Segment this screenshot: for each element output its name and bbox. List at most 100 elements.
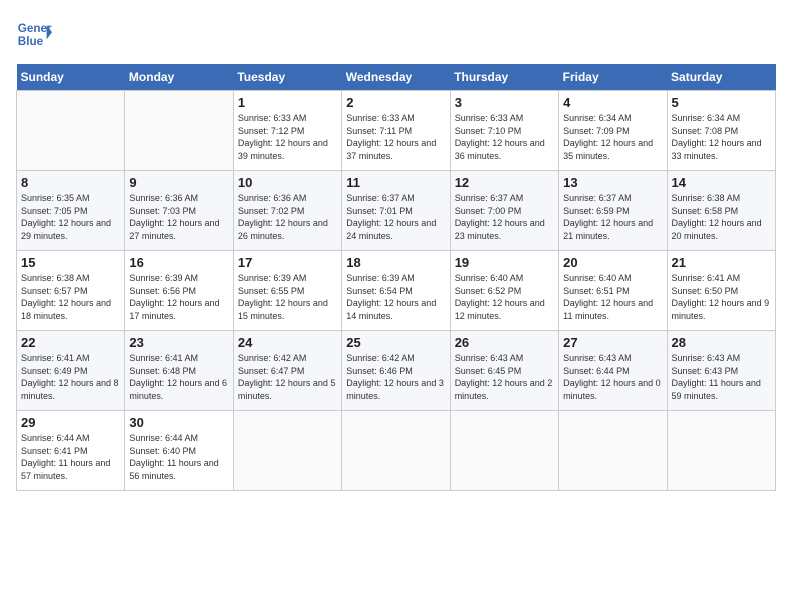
calendar-table: SundayMondayTuesdayWednesdayThursdayFrid… xyxy=(16,64,776,491)
day-info: Sunrise: 6:36 AMSunset: 7:03 PMDaylight:… xyxy=(129,193,219,241)
calendar-cell: 21 Sunrise: 6:41 AMSunset: 6:50 PMDaylig… xyxy=(667,251,775,331)
calendar-cell xyxy=(17,91,125,171)
day-number: 2 xyxy=(346,95,445,110)
calendar-cell xyxy=(559,411,667,491)
day-number: 25 xyxy=(346,335,445,350)
day-number: 8 xyxy=(21,175,120,190)
day-number: 21 xyxy=(672,255,771,270)
day-number: 30 xyxy=(129,415,228,430)
calendar-cell: 18 Sunrise: 6:39 AMSunset: 6:54 PMDaylig… xyxy=(342,251,450,331)
day-number: 24 xyxy=(238,335,337,350)
weekday-header: Friday xyxy=(559,64,667,91)
calendar-cell: 2 Sunrise: 6:33 AMSunset: 7:11 PMDayligh… xyxy=(342,91,450,171)
day-info: Sunrise: 6:35 AMSunset: 7:05 PMDaylight:… xyxy=(21,193,111,241)
day-info: Sunrise: 6:33 AMSunset: 7:12 PMDaylight:… xyxy=(238,113,328,161)
day-info: Sunrise: 6:38 AMSunset: 6:57 PMDaylight:… xyxy=(21,273,111,321)
day-number: 26 xyxy=(455,335,554,350)
day-number: 28 xyxy=(672,335,771,350)
day-info: Sunrise: 6:37 AMSunset: 6:59 PMDaylight:… xyxy=(563,193,653,241)
day-info: Sunrise: 6:34 AMSunset: 7:09 PMDaylight:… xyxy=(563,113,653,161)
calendar-cell: 8 Sunrise: 6:35 AMSunset: 7:05 PMDayligh… xyxy=(17,171,125,251)
day-info: Sunrise: 6:37 AMSunset: 7:00 PMDaylight:… xyxy=(455,193,545,241)
weekday-header: Monday xyxy=(125,64,233,91)
page-header: General Blue xyxy=(16,16,776,52)
calendar-cell: 4 Sunrise: 6:34 AMSunset: 7:09 PMDayligh… xyxy=(559,91,667,171)
day-info: Sunrise: 6:42 AMSunset: 6:47 PMDaylight:… xyxy=(238,353,336,401)
day-info: Sunrise: 6:41 AMSunset: 6:50 PMDaylight:… xyxy=(672,273,770,321)
day-info: Sunrise: 6:42 AMSunset: 6:46 PMDaylight:… xyxy=(346,353,444,401)
weekday-header: Wednesday xyxy=(342,64,450,91)
day-info: Sunrise: 6:39 AMSunset: 6:55 PMDaylight:… xyxy=(238,273,328,321)
day-number: 13 xyxy=(563,175,662,190)
day-info: Sunrise: 6:33 AMSunset: 7:11 PMDaylight:… xyxy=(346,113,436,161)
day-info: Sunrise: 6:41 AMSunset: 6:49 PMDaylight:… xyxy=(21,353,119,401)
day-number: 10 xyxy=(238,175,337,190)
day-number: 14 xyxy=(672,175,771,190)
day-info: Sunrise: 6:34 AMSunset: 7:08 PMDaylight:… xyxy=(672,113,762,161)
day-number: 9 xyxy=(129,175,228,190)
weekday-header: Tuesday xyxy=(233,64,341,91)
calendar-cell: 14 Sunrise: 6:38 AMSunset: 6:58 PMDaylig… xyxy=(667,171,775,251)
calendar-cell xyxy=(342,411,450,491)
calendar-cell: 9 Sunrise: 6:36 AMSunset: 7:03 PMDayligh… xyxy=(125,171,233,251)
day-info: Sunrise: 6:43 AMSunset: 6:45 PMDaylight:… xyxy=(455,353,553,401)
calendar-cell: 13 Sunrise: 6:37 AMSunset: 6:59 PMDaylig… xyxy=(559,171,667,251)
day-info: Sunrise: 6:39 AMSunset: 6:56 PMDaylight:… xyxy=(129,273,219,321)
calendar-cell: 20 Sunrise: 6:40 AMSunset: 6:51 PMDaylig… xyxy=(559,251,667,331)
logo: General Blue xyxy=(16,16,52,52)
day-number: 5 xyxy=(672,95,771,110)
weekday-header: Saturday xyxy=(667,64,775,91)
calendar-cell: 29 Sunrise: 6:44 AMSunset: 6:41 PMDaylig… xyxy=(17,411,125,491)
calendar-cell: 22 Sunrise: 6:41 AMSunset: 6:49 PMDaylig… xyxy=(17,331,125,411)
calendar-cell: 26 Sunrise: 6:43 AMSunset: 6:45 PMDaylig… xyxy=(450,331,558,411)
day-info: Sunrise: 6:43 AMSunset: 6:44 PMDaylight:… xyxy=(563,353,661,401)
calendar-cell xyxy=(450,411,558,491)
calendar-cell: 16 Sunrise: 6:39 AMSunset: 6:56 PMDaylig… xyxy=(125,251,233,331)
day-info: Sunrise: 6:37 AMSunset: 7:01 PMDaylight:… xyxy=(346,193,436,241)
day-number: 22 xyxy=(21,335,120,350)
calendar-cell: 28 Sunrise: 6:43 AMSunset: 6:43 PMDaylig… xyxy=(667,331,775,411)
calendar-cell xyxy=(233,411,341,491)
calendar-cell: 5 Sunrise: 6:34 AMSunset: 7:08 PMDayligh… xyxy=(667,91,775,171)
day-number: 4 xyxy=(563,95,662,110)
calendar-cell: 15 Sunrise: 6:38 AMSunset: 6:57 PMDaylig… xyxy=(17,251,125,331)
calendar-cell: 10 Sunrise: 6:36 AMSunset: 7:02 PMDaylig… xyxy=(233,171,341,251)
calendar-cell xyxy=(125,91,233,171)
day-number: 27 xyxy=(563,335,662,350)
day-number: 16 xyxy=(129,255,228,270)
svg-text:Blue: Blue xyxy=(18,35,44,48)
day-info: Sunrise: 6:43 AMSunset: 6:43 PMDaylight:… xyxy=(672,353,761,401)
weekday-header: Sunday xyxy=(17,64,125,91)
logo-icon: General Blue xyxy=(16,16,52,52)
day-info: Sunrise: 6:44 AMSunset: 6:41 PMDaylight:… xyxy=(21,433,110,481)
day-number: 1 xyxy=(238,95,337,110)
day-number: 3 xyxy=(455,95,554,110)
day-number: 12 xyxy=(455,175,554,190)
day-number: 23 xyxy=(129,335,228,350)
calendar-cell xyxy=(667,411,775,491)
day-info: Sunrise: 6:36 AMSunset: 7:02 PMDaylight:… xyxy=(238,193,328,241)
calendar-cell: 11 Sunrise: 6:37 AMSunset: 7:01 PMDaylig… xyxy=(342,171,450,251)
day-info: Sunrise: 6:40 AMSunset: 6:51 PMDaylight:… xyxy=(563,273,653,321)
day-number: 11 xyxy=(346,175,445,190)
day-number: 20 xyxy=(563,255,662,270)
calendar-cell: 19 Sunrise: 6:40 AMSunset: 6:52 PMDaylig… xyxy=(450,251,558,331)
day-info: Sunrise: 6:40 AMSunset: 6:52 PMDaylight:… xyxy=(455,273,545,321)
calendar-cell: 30 Sunrise: 6:44 AMSunset: 6:40 PMDaylig… xyxy=(125,411,233,491)
day-info: Sunrise: 6:41 AMSunset: 6:48 PMDaylight:… xyxy=(129,353,227,401)
day-number: 19 xyxy=(455,255,554,270)
day-number: 15 xyxy=(21,255,120,270)
day-info: Sunrise: 6:39 AMSunset: 6:54 PMDaylight:… xyxy=(346,273,436,321)
day-info: Sunrise: 6:38 AMSunset: 6:58 PMDaylight:… xyxy=(672,193,762,241)
calendar-cell: 17 Sunrise: 6:39 AMSunset: 6:55 PMDaylig… xyxy=(233,251,341,331)
calendar-cell: 25 Sunrise: 6:42 AMSunset: 6:46 PMDaylig… xyxy=(342,331,450,411)
calendar-cell: 12 Sunrise: 6:37 AMSunset: 7:00 PMDaylig… xyxy=(450,171,558,251)
day-number: 29 xyxy=(21,415,120,430)
calendar-cell: 1 Sunrise: 6:33 AMSunset: 7:12 PMDayligh… xyxy=(233,91,341,171)
day-info: Sunrise: 6:44 AMSunset: 6:40 PMDaylight:… xyxy=(129,433,218,481)
calendar-cell: 27 Sunrise: 6:43 AMSunset: 6:44 PMDaylig… xyxy=(559,331,667,411)
weekday-header: Thursday xyxy=(450,64,558,91)
day-number: 18 xyxy=(346,255,445,270)
calendar-cell: 3 Sunrise: 6:33 AMSunset: 7:10 PMDayligh… xyxy=(450,91,558,171)
calendar-cell: 24 Sunrise: 6:42 AMSunset: 6:47 PMDaylig… xyxy=(233,331,341,411)
